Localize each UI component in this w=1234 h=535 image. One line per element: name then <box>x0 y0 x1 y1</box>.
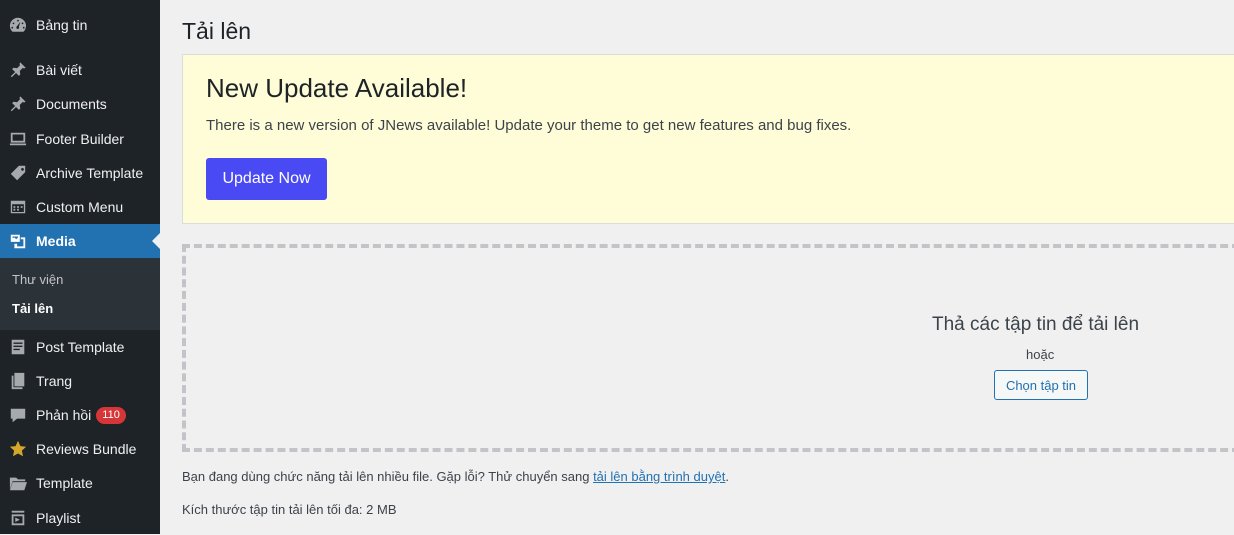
playlist-icon <box>8 508 28 528</box>
admin-sidebar: Bảng tin Bài viết Documents Footer Build… <box>0 0 160 534</box>
max-upload-size: Kích thước tập tin tải lên tối đa: 2 MB <box>182 502 397 517</box>
folder-icon <box>8 473 28 493</box>
dashboard-icon <box>8 15 28 35</box>
sidebar-item-label: Post Template <box>36 339 125 355</box>
multi-upload-note-text: Bạn đang dùng chức năng tải lên nhiều fi… <box>182 469 594 484</box>
sidebar-item-reviews-bundle[interactable]: Reviews Bundle <box>0 432 160 466</box>
monitor-icon <box>8 129 28 149</box>
sidebar-item-label: Custom Menu <box>36 199 124 215</box>
sidebar-item-posts[interactable]: Bài viết <box>0 53 160 87</box>
sidebar-item-label: Bài viết <box>36 62 82 78</box>
select-files-button[interactable]: Chọn tập tin <box>994 370 1088 400</box>
comment-icon <box>8 405 28 425</box>
notice-text: There is a new version of JNews availabl… <box>206 117 852 134</box>
pages-icon <box>8 371 28 391</box>
sidebar-item-label: Reviews Bundle <box>36 441 137 457</box>
sidebar-item-documents[interactable]: Documents <box>0 87 160 121</box>
sidebar-item-archive-template[interactable]: Archive Template <box>0 156 160 190</box>
sidebar-item-label: Phản hồi <box>36 407 92 423</box>
multi-upload-note-suffix: . <box>725 469 729 484</box>
or-separator: hoặc <box>1026 347 1055 362</box>
sidebar-item-label: Media <box>36 233 76 249</box>
sidebar-item-label: Documents <box>36 96 107 112</box>
sidebar-item-media[interactable]: Media <box>0 224 160 258</box>
sidebar-item-comments[interactable]: Phản hồi 110 <box>0 398 160 432</box>
sidebar-item-custom-menu[interactable]: Custom Menu <box>0 190 160 224</box>
media-submenu: Thư viện Tải lên <box>0 258 160 330</box>
browser-uploader-link[interactable]: tải lên bằng trình duyệt <box>593 469 725 484</box>
drop-instructions: Thả các tập tin để tải lên <box>932 314 1140 335</box>
sidebar-item-label: Bảng tin <box>36 17 88 33</box>
page-title: Tải lên <box>182 18 252 44</box>
pin-icon <box>8 60 28 80</box>
submenu-item-upload[interactable]: Tải lên <box>12 301 53 316</box>
sidebar-item-footer-builder[interactable]: Footer Builder <box>0 122 160 156</box>
sidebar-item-playlist[interactable]: Playlist <box>0 501 160 535</box>
star-icon <box>8 439 28 459</box>
calendar-icon <box>8 197 28 217</box>
pin-icon <box>8 94 28 114</box>
sidebar-item-label: Archive Template <box>36 165 144 181</box>
sidebar-item-pages[interactable]: Trang <box>0 364 160 398</box>
sidebar-item-label: Trang <box>36 373 73 389</box>
submenu-item-library[interactable]: Thư viện <box>12 272 63 287</box>
document-icon <box>8 337 28 357</box>
media-icon <box>8 231 28 251</box>
update-notice: New Update Available! There is a new ver… <box>182 54 1234 224</box>
sidebar-item-label: Playlist <box>36 510 81 526</box>
sidebar-item-post-template[interactable]: Post Template <box>0 330 160 364</box>
multi-upload-note: Bạn đang dùng chức năng tải lên nhiều fi… <box>182 469 729 484</box>
comments-count-badge: 110 <box>96 406 126 424</box>
sidebar-item-label: Template <box>36 475 93 491</box>
sidebar-item-label: Footer Builder <box>36 131 124 147</box>
update-now-button[interactable]: Update Now <box>206 158 327 200</box>
notice-title: New Update Available! <box>206 73 468 103</box>
sidebar-item-dashboard[interactable]: Bảng tin <box>0 8 160 42</box>
upload-drop-zone[interactable] <box>182 244 1234 452</box>
sidebar-item-template[interactable]: Template <box>0 466 160 500</box>
tag-icon <box>8 163 28 183</box>
